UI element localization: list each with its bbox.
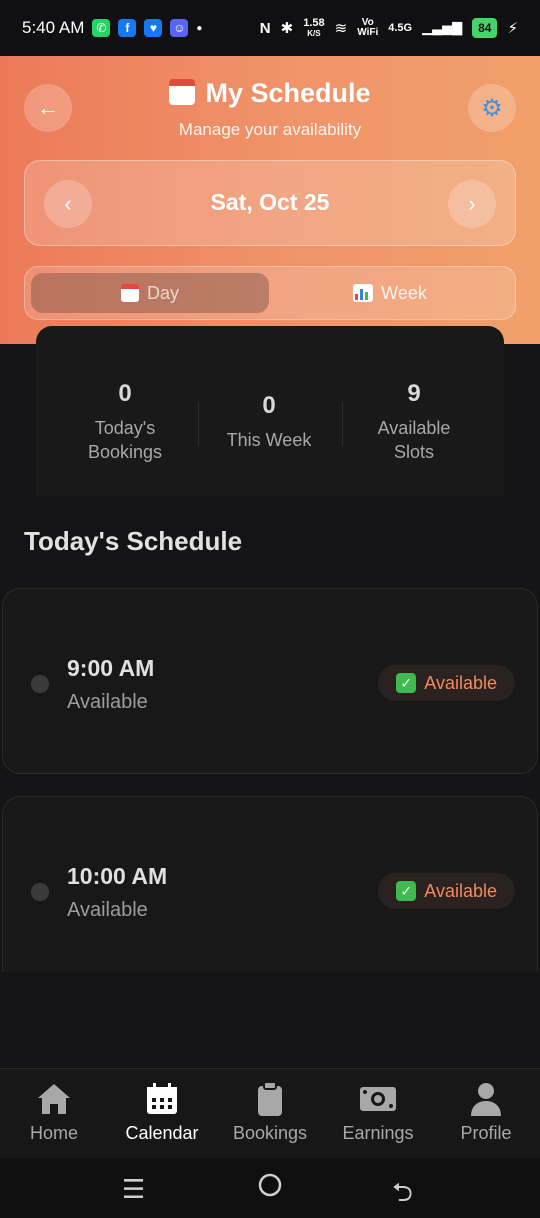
recents-icon[interactable]: ☰ [122, 1174, 145, 1205]
status-time: 5:40 AM [22, 18, 85, 37]
system-nav-bar: ☰ ⮌ [0, 1158, 540, 1218]
notification-dot-icon: ● [196, 22, 203, 34]
slot-status-text: Available [67, 899, 148, 921]
clipboard-icon [216, 1081, 324, 1117]
status-badge: ✓ Available [378, 873, 515, 909]
tab-bookings[interactable]: Bookings [216, 1081, 324, 1144]
whatsapp-icon: ✆ [92, 19, 111, 37]
tab-week[interactable]: Week [271, 273, 509, 313]
calendar-icon [108, 1081, 216, 1117]
tab-profile[interactable]: Profile [432, 1081, 540, 1144]
slot-status-dot [31, 883, 49, 901]
next-date-button[interactable]: › [448, 180, 496, 228]
schedule-header: ← My Schedule Manage your availability ⚙… [0, 56, 540, 344]
slot-status-dot [31, 675, 49, 693]
wifi-icon: ≋ [334, 20, 348, 37]
status-badge: ✓ Available [378, 665, 515, 701]
page-subtitle: Manage your availability [178, 120, 362, 139]
bar-chart-icon [353, 284, 374, 302]
bluetooth-icon: ✱ [280, 20, 294, 37]
tab-day[interactable]: Day [31, 273, 269, 313]
view-toggle: Day Week [24, 266, 516, 320]
stat-todays-bookings: 0 Today's Bookings [87, 380, 163, 462]
stat-available-slots: 9 Available Slots [377, 380, 451, 462]
network-label: 4.5G [388, 22, 413, 34]
calendar-small-icon [120, 284, 139, 302]
time-slot-card[interactable]: 10:00 AM Available ✓ Available [2, 796, 538, 972]
messenger-icon: ♥ [144, 19, 163, 37]
bottom-tab-bar: Home Calendar Bookings Earnings Profile [0, 1068, 540, 1159]
user-icon [432, 1081, 540, 1117]
signal-icon: ▁▃▅▇ [422, 20, 463, 35]
back-nav-icon[interactable]: ⮌ [392, 1174, 413, 1218]
schedule-section-title: Today's Schedule [24, 526, 243, 556]
charging-icon: ⚡ [507, 20, 518, 37]
status-bar: 5:40 AM ✆ f ♥ ☺ ● N ✱ 1.58 K/S ≋ Vo WiFi 4… [0, 0, 540, 56]
vowifi-label: Vo WiFi [357, 17, 379, 38]
stats-card: 0 Today's Bookings 0 This Week 9 Availab… [36, 326, 504, 496]
time-slot-card[interactable]: 9:00 AM Available ✓ Available [2, 588, 538, 774]
home-circle-icon[interactable] [257, 1172, 283, 1205]
discord-icon: ☺ [170, 19, 189, 37]
calendar-emoji-icon [169, 79, 196, 105]
tab-earnings[interactable]: Earnings [324, 1081, 432, 1144]
money-icon [324, 1081, 432, 1117]
tab-calendar[interactable]: Calendar [108, 1081, 216, 1144]
gear-icon: ⚙ [481, 94, 503, 122]
stat-this-week: 0 This Week [226, 392, 312, 450]
check-mark-icon: ✓ [396, 673, 417, 693]
net-speed: 1.58 K/S [303, 16, 325, 38]
check-mark-icon: ✓ [396, 881, 417, 901]
current-date: Sat, Oct 25 [210, 189, 330, 215]
date-selector: ‹ Sat, Oct 25 › [24, 160, 516, 246]
slot-time: 9:00 AM [67, 655, 155, 681]
tab-home[interactable]: Home [0, 1081, 108, 1144]
facebook-icon: f [118, 19, 137, 37]
slot-status-text: Available [67, 691, 148, 713]
nfc-icon: N [259, 19, 271, 37]
page-title: My Schedule [0, 78, 540, 109]
settings-button[interactable]: ⚙ [468, 84, 516, 132]
chevron-right-icon: › [468, 191, 476, 216]
battery-indicator: 84 [472, 18, 498, 38]
slot-time: 10:00 AM [67, 863, 168, 889]
home-icon [0, 1081, 108, 1117]
